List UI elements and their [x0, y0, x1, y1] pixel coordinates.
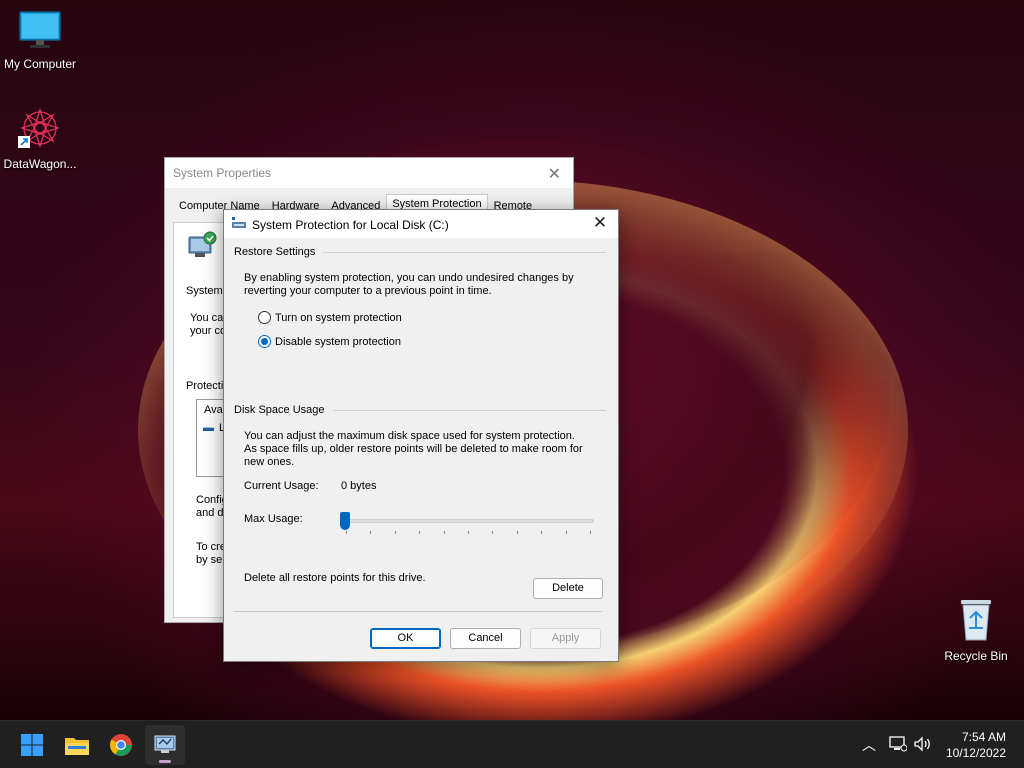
system-properties-icon — [154, 735, 176, 753]
slider-tick — [419, 531, 421, 534]
protection-heading-partial: Protecti — [186, 380, 224, 392]
ok-button[interactable]: OK — [370, 628, 441, 649]
desktop-icon-label: Recycle Bin — [944, 649, 1008, 663]
radio-label: Disable system protection — [275, 335, 401, 348]
taskbar-system-properties[interactable] — [145, 725, 185, 765]
active-indicator — [159, 760, 171, 763]
system-protection-dialog: System Protection for Local Disk (C:) ✕ … — [223, 209, 619, 662]
slider-tick — [565, 531, 567, 534]
drive-icon: ▬ — [203, 422, 214, 434]
desktop-icon-label: DataWagon... — [3, 157, 77, 171]
description-partial: You ca — [190, 312, 224, 324]
divider — [323, 251, 606, 253]
system-protection-icon — [188, 231, 217, 257]
desktop-icon-my-computer[interactable]: My Computer — [0, 10, 80, 71]
disk-space-description: You can adjust the maximum disk space us… — [244, 430, 583, 468]
current-usage-value: 0 bytes — [341, 480, 377, 492]
restore-settings-group: Restore Settings — [234, 246, 606, 258]
radio-label: Turn on system protection — [275, 311, 402, 324]
apply-button[interactable]: Apply — [530, 628, 601, 649]
taskbar-file-explorer[interactable] — [57, 725, 97, 765]
create-partial: by sel — [196, 554, 225, 566]
windows-start-icon — [21, 734, 43, 756]
close-icon[interactable]: ✕ — [588, 212, 612, 236]
clock-date: 10/12/2022 — [945, 746, 1006, 760]
radio-turn-on-protection[interactable]: Turn on system protection — [258, 311, 402, 324]
recycle-bin-icon — [961, 600, 991, 641]
disk-space-group: Disk Space Usage — [234, 404, 606, 416]
volume-icon[interactable] — [913, 736, 933, 752]
datawagon-app-icon — [18, 107, 61, 149]
restore-settings-heading: Restore Settings — [234, 246, 316, 258]
slider-tick — [541, 531, 543, 534]
current-usage-label: Current Usage: — [244, 480, 319, 492]
create-partial: To cre — [196, 541, 226, 553]
radio-button-selected[interactable] — [258, 335, 271, 348]
description-partial: your co — [190, 325, 227, 337]
start-button[interactable] — [12, 725, 52, 765]
file-explorer-icon — [65, 738, 89, 755]
system-properties-titlebar[interactable]: System Properties ✕ — [165, 158, 573, 188]
radio-button[interactable] — [258, 311, 271, 324]
max-usage-slider-thumb[interactable] — [340, 512, 350, 530]
delete-restore-points-text: Delete all restore points for this drive… — [244, 572, 426, 584]
max-usage-label: Max Usage: — [244, 513, 303, 525]
divider — [234, 611, 602, 612]
slider-tick — [590, 531, 591, 534]
divider — [332, 409, 606, 411]
dialog-title: System Protection for Local Disk (C:) — [252, 218, 449, 232]
monitor-icon — [19, 11, 61, 48]
close-icon[interactable]: ✕ — [548, 164, 561, 184]
desktop-icon-datawagon[interactable]: DataWagon... — [0, 106, 80, 171]
window-title: System Properties — [173, 166, 272, 180]
network-icon[interactable] — [889, 736, 907, 752]
slider-tick — [443, 531, 445, 534]
slider-tick — [346, 531, 347, 534]
desktop-icon-label: My Computer — [3, 57, 77, 71]
slider-tick — [370, 531, 372, 534]
desktop-icon-recycle-bin[interactable]: Recycle Bin — [936, 596, 1016, 663]
chevron-up-icon[interactable]: ︿ — [862, 735, 876, 755]
delete-button[interactable]: Delete — [533, 578, 603, 599]
slider-tick — [492, 531, 494, 534]
chrome-icon — [110, 734, 132, 756]
slider-tick — [468, 531, 469, 534]
disk-space-heading: Disk Space Usage — [234, 404, 325, 416]
system-heading-partial: System — [186, 285, 223, 297]
slider-tick — [516, 531, 518, 534]
clock[interactable]: 7:54 AM 10/12/2022 — [946, 729, 1006, 761]
dialog-titlebar[interactable]: System Protection for Local Disk (C:) ✕ — [224, 210, 618, 238]
radio-disable-protection[interactable]: Disable system protection — [258, 335, 401, 348]
cancel-button[interactable]: Cancel — [450, 628, 521, 649]
taskbar: ︿ 7:54 AM 10/12/2022 — [0, 720, 1024, 768]
taskbar-chrome[interactable] — [101, 725, 141, 765]
slider-tick — [394, 531, 396, 534]
max-usage-slider-track[interactable] — [344, 519, 594, 523]
drive-settings-icon — [232, 217, 246, 228]
restore-settings-description: By enabling system protection, you can u… — [244, 272, 574, 297]
clock-time: 7:54 AM — [961, 730, 1006, 744]
